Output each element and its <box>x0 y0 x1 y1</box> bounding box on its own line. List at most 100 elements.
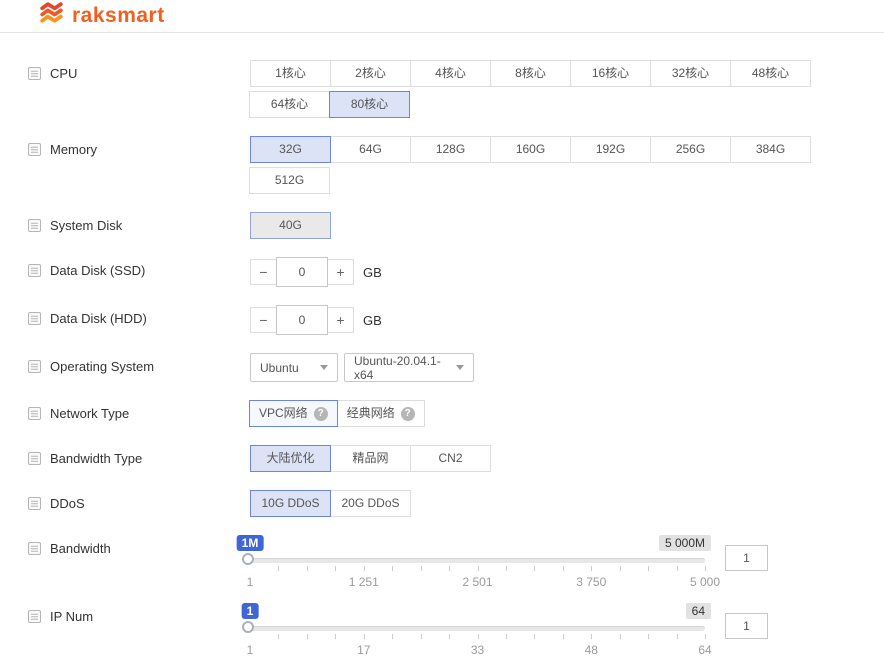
option-精品网[interactable]: 精品网 <box>330 445 411 472</box>
option-48核心[interactable]: 48核心 <box>730 60 811 87</box>
cpu-label-wrap: CPU <box>28 60 250 87</box>
os-version-select[interactable]: Ubuntu-20.04.1-x64 <box>344 353 474 382</box>
tick-label: 2 501 <box>462 575 492 589</box>
chevron-down-icon <box>320 365 328 370</box>
bandwidth-label-wrap: Bandwidth <box>28 535 250 562</box>
ip-num-max-badge: 64 <box>686 603 711 619</box>
bandwidth-current-badge: 1M <box>237 535 264 551</box>
bandwidth-max-badge: 5 000M <box>659 535 711 551</box>
os-version-value: Ubuntu-20.04.1-x64 <box>354 354 456 382</box>
os-label: Operating System <box>50 359 154 374</box>
network-type-options: VPC网络 ? 经典网络 ? <box>250 400 425 427</box>
bandwidth-type-label-wrap: Bandwidth Type <box>28 445 250 472</box>
form-row-icon <box>28 219 41 232</box>
hdd-size-input[interactable] <box>276 305 328 335</box>
os-row: Operating System Ubuntu Ubuntu-20.04.1-x… <box>28 353 856 382</box>
bandwidth-slider-rail[interactable] <box>250 558 705 563</box>
option-16核心[interactable]: 16核心 <box>570 60 651 87</box>
hdd-increase-button[interactable]: + <box>327 307 354 333</box>
data-disk-ssd-label-wrap: Data Disk (SSD) <box>28 257 250 284</box>
option-20G DDoS[interactable]: 20G DDoS <box>330 490 411 517</box>
option-384G[interactable]: 384G <box>730 136 811 163</box>
form-row-icon <box>28 143 41 156</box>
server-config-form: CPU 1核心2核心4核心8核心16核心32核心48核心 64核心80核心 Mem… <box>0 33 884 657</box>
cpu-options: 1核心2核心4核心8核心16核心32核心48核心 64核心80核心 <box>250 60 827 118</box>
option-512G[interactable]: 512G <box>249 167 330 194</box>
form-row-icon <box>28 497 41 510</box>
brand-logo[interactable]: raksmart <box>38 0 165 32</box>
tick-label: 3 750 <box>576 575 606 589</box>
option-CN2[interactable]: CN2 <box>410 445 491 472</box>
ssd-decrease-button[interactable]: − <box>250 259 277 285</box>
tick-label: 33 <box>471 643 484 657</box>
form-row-icon <box>28 264 41 277</box>
option-160G[interactable]: 160G <box>490 136 571 163</box>
option-32G[interactable]: 32G <box>250 136 331 163</box>
option-32核心[interactable]: 32核心 <box>650 60 731 87</box>
data-disk-ssd-row: Data Disk (SSD) − + GB <box>28 257 856 287</box>
bandwidth-type-row: Bandwidth Type 大陆优化精品网CN2 <box>28 445 856 472</box>
option-vpc-network[interactable]: VPC网络 ? <box>249 400 338 427</box>
ip-num-tickmarks <box>250 634 705 640</box>
system-disk-row: System Disk 40G <box>28 212 856 239</box>
memory-options: 32G64G128G160G192G256G384G 512G <box>250 136 827 194</box>
option-128G[interactable]: 128G <box>410 136 491 163</box>
bandwidth-slider-block: 1M 5 000M 11 2512 5013 7505 000 <box>250 535 705 589</box>
option-1核心[interactable]: 1核心 <box>250 60 331 87</box>
ssd-increase-button[interactable]: + <box>327 259 354 285</box>
tick-label: 17 <box>357 643 370 657</box>
system-disk-label: System Disk <box>50 218 122 233</box>
data-disk-hdd-row: Data Disk (HDD) − + GB <box>28 305 856 335</box>
ip-num-slider-rail[interactable] <box>250 626 705 631</box>
ddos-label: DDoS <box>50 496 85 511</box>
header: raksmart <box>0 0 884 33</box>
help-icon[interactable]: ? <box>314 407 328 421</box>
option-2核心[interactable]: 2核心 <box>330 60 411 87</box>
option-label: VPC网络 <box>259 401 308 426</box>
option-256G[interactable]: 256G <box>650 136 731 163</box>
ddos-options: 10G DDoS20G DDoS <box>250 490 827 517</box>
tick-label: 48 <box>585 643 598 657</box>
help-icon[interactable]: ? <box>401 407 415 421</box>
network-type-label: Network Type <box>50 406 129 421</box>
option-4核心[interactable]: 4核心 <box>410 60 491 87</box>
memory-row: Memory 32G64G128G160G192G256G384G 512G <box>28 136 856 194</box>
bandwidth-input[interactable] <box>725 545 768 571</box>
option-40G[interactable]: 40G <box>250 212 331 239</box>
os-family-select[interactable]: Ubuntu <box>250 353 338 382</box>
memory-label-wrap: Memory <box>28 136 250 163</box>
form-row-icon <box>28 542 41 555</box>
form-row-icon <box>28 407 41 420</box>
system-disk-options: 40G <box>250 212 827 239</box>
option-192G[interactable]: 192G <box>570 136 651 163</box>
option-classic-network[interactable]: 经典网络 ? <box>337 400 425 427</box>
option-80核心[interactable]: 80核心 <box>329 91 410 118</box>
data-disk-ssd-label: Data Disk (SSD) <box>50 263 145 278</box>
bandwidth-badge-row: 1M 5 000M <box>250 535 705 552</box>
tick-label: 1 <box>247 575 254 589</box>
network-type-row: Network Type VPC网络 ? 经典网络 ? <box>28 400 856 427</box>
form-row-icon <box>28 67 41 80</box>
bandwidth-row: Bandwidth 1M 5 000M 1 1 251 2 501 3 750 5 00… <box>28 535 856 589</box>
hdd-decrease-button[interactable]: − <box>250 307 277 333</box>
option-10G DDoS[interactable]: 10G DDoS <box>250 490 331 517</box>
option-64核心[interactable]: 64核心 <box>249 91 330 118</box>
cpu-row: CPU 1核心2核心4核心8核心16核心32核心48核心 64核心80核心 <box>28 60 856 118</box>
ssd-size-input[interactable] <box>276 257 328 287</box>
form-row-icon <box>28 452 41 465</box>
ip-num-input[interactable] <box>725 613 768 639</box>
tick-label: 1 251 <box>349 575 379 589</box>
tick-label: 64 <box>698 643 711 657</box>
tick-label: 5 000 <box>690 575 720 589</box>
ddos-label-wrap: DDoS <box>28 490 250 517</box>
ip-num-slider-handle[interactable] <box>242 621 254 633</box>
bandwidth-tick-labels: 11 2512 5013 7505 000 <box>250 575 705 589</box>
option-8核心[interactable]: 8核心 <box>490 60 571 87</box>
option-64G[interactable]: 64G <box>330 136 411 163</box>
ssd-stepper: − + GB <box>250 257 382 287</box>
form-row-icon <box>28 312 41 325</box>
data-disk-hdd-label-wrap: Data Disk (HDD) <box>28 305 250 332</box>
bandwidth-slider-handle[interactable] <box>242 553 254 565</box>
option-大陆优化[interactable]: 大陆优化 <box>250 445 331 472</box>
os-family-value: Ubuntu <box>260 361 299 375</box>
